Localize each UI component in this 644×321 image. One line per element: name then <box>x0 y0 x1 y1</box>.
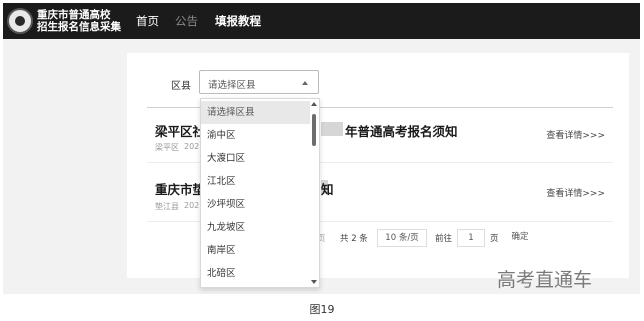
notice-date: 202 <box>184 201 200 210</box>
district-option[interactable]: 北碚区 <box>201 262 310 285</box>
notice-title-start[interactable]: 梁平区社 <box>155 121 205 140</box>
watermark: 高考直通车 <box>497 269 593 291</box>
scrollbar-thumb[interactable] <box>312 114 316 146</box>
district-select[interactable]: 请选择区县 <box>199 70 319 94</box>
notice-title-end[interactable]: 年普通高考报名须知 <box>345 121 458 140</box>
redacted-region <box>321 122 343 136</box>
goto-page-input[interactable]: 1 <box>457 229 485 247</box>
nav-announcements[interactable]: 公告 <box>175 13 198 29</box>
brand-line-2: 招生报名信息采集 <box>37 21 121 33</box>
district-option[interactable]: 九龙坡区 <box>201 216 310 239</box>
district-option[interactable]: 沙坪坝区 <box>201 193 310 216</box>
top-navigation-bar: 重庆市普通高校 招生报名信息采集 首页 公告 填报教程 <box>3 3 640 39</box>
dropdown-scrollbar[interactable] <box>310 101 318 285</box>
figure-caption: 图19 <box>309 303 335 316</box>
goto-page-unit: 页 <box>490 234 499 244</box>
brand-line-1: 重庆市普通高校 <box>37 9 111 21</box>
brand-title: 重庆市普通高校 招生报名信息采集 <box>37 9 121 33</box>
nav-home[interactable]: 首页 <box>136 13 159 29</box>
district-option[interactable]: 请选择区县 <box>201 101 310 124</box>
nav-tutorial[interactable]: 填报教程 <box>215 13 261 29</box>
goto-label: 前往 <box>435 234 453 244</box>
view-details-link[interactable]: 查看详情>>> <box>546 186 605 199</box>
notice-district: 垫江县 <box>155 202 179 211</box>
school-logo-icon <box>7 8 33 34</box>
notice-district: 梁平区 <box>155 143 179 152</box>
page-size-select[interactable]: 10 条/页 <box>377 229 427 247</box>
district-dropdown-list: 请选择区县 渝中区 大渡口区 江北区 沙坪坝区 九龙坡区 南岸区 北碚区 <box>200 98 320 288</box>
district-option[interactable]: 南岸区 <box>201 239 310 262</box>
page-size-value: 10 条/页 <box>385 233 419 243</box>
district-filter-label: 区县 <box>171 81 191 92</box>
app-window: 重庆市普通高校 招生报名信息采集 首页 公告 填报教程 区县 请选择区县 梁平区… <box>3 3 640 294</box>
goto-page-value: 1 <box>468 233 474 243</box>
district-option[interactable]: 大渡口区 <box>201 147 310 170</box>
pagination-total: 共 2 条 <box>340 234 368 244</box>
view-details-link[interactable]: 查看详情>>> <box>546 128 605 141</box>
scroll-down-arrow-icon[interactable] <box>311 280 317 284</box>
goto-confirm-button[interactable]: 确定 <box>505 229 535 247</box>
notice-title-start[interactable]: 重庆市垫 <box>155 179 205 198</box>
chevron-up-icon <box>302 81 308 85</box>
scroll-up-arrow-icon[interactable] <box>311 102 317 106</box>
notice-date: 202 <box>184 142 200 151</box>
district-select-value: 请选择区县 <box>208 80 256 91</box>
notice-title-end[interactable]: 知 <box>321 179 334 198</box>
district-option[interactable]: 渝中区 <box>201 124 310 147</box>
goto-confirm-label: 确定 <box>511 232 529 242</box>
district-option[interactable]: 江北区 <box>201 170 310 193</box>
